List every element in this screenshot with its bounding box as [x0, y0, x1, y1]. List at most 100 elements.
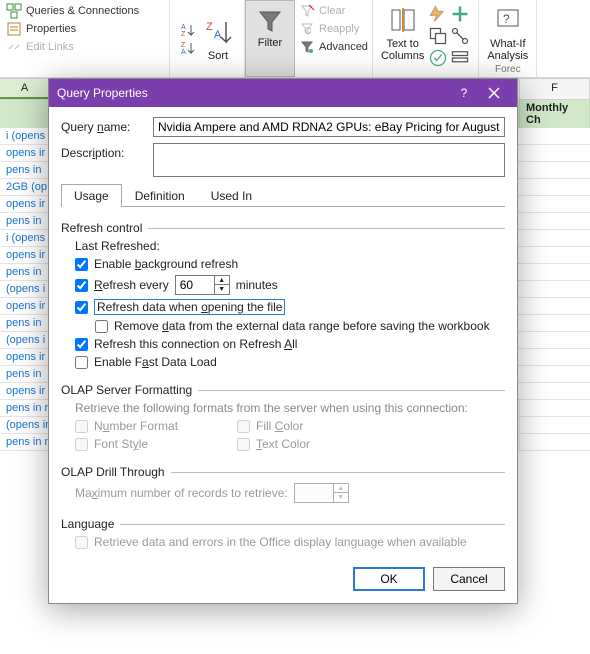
data-validation-btn[interactable] [428, 48, 448, 68]
spin-up[interactable]: ▲ [215, 276, 229, 285]
remove-ext-data-label: Remove data from the external data range… [114, 319, 490, 333]
edit-links-btn: Edit Links [6, 39, 163, 55]
text-to-columns-label: Text to Columns [381, 38, 424, 62]
lang-retrieve-label: Retrieve data and errors in the Office d… [94, 535, 467, 549]
svg-text:A: A [181, 24, 186, 31]
tab-definition[interactable]: Definition [122, 184, 198, 207]
whatif-btn[interactable]: ? What-If Analysis [487, 4, 528, 62]
flash-fill-btn[interactable] [428, 4, 448, 24]
queries-icon [6, 3, 22, 19]
ribbon-group-filter: Filter Clear Reapply Advanced [245, 0, 373, 77]
whatif-icon: ? [492, 4, 524, 36]
clear-icon [299, 3, 315, 19]
description-input[interactable] [153, 143, 505, 177]
forecast-group-label: Forec [495, 64, 521, 75]
description-label: Description: [61, 143, 153, 160]
olap-formatting-title: OLAP Server Formatting [61, 383, 192, 397]
query-name-input[interactable] [153, 117, 505, 137]
ribbon-group-whatif: ? What-If Analysis Forec [479, 0, 537, 77]
relationships-btn[interactable] [450, 26, 470, 46]
text-color-check [237, 438, 250, 451]
properties-label: Properties [26, 23, 76, 35]
text-to-columns-icon [387, 4, 419, 36]
dialog-titlebar[interactable]: Query Properties ? [49, 79, 517, 107]
advanced-icon [299, 39, 315, 55]
ok-button[interactable]: OK [353, 567, 425, 591]
text-color-label: Text Color [256, 437, 310, 451]
sort-asc-btn[interactable]: AZ [180, 22, 196, 38]
consolidate-btn[interactable] [450, 4, 470, 24]
enable-bg-refresh-check[interactable] [75, 258, 88, 271]
refresh-minutes-input[interactable] [176, 278, 214, 292]
col-a[interactable]: A [0, 79, 50, 99]
reapply-btn: Reapply [299, 21, 368, 37]
refresh-every-after: minutes [236, 278, 278, 292]
advanced-filter-btn[interactable]: Advanced [299, 39, 368, 55]
close-icon [488, 87, 500, 99]
num-format-check [75, 420, 88, 433]
tab-usage[interactable]: Usage [61, 184, 122, 207]
dialog-tabs: Usage Definition Used In [61, 183, 505, 207]
data-model-btn[interactable] [450, 48, 470, 68]
refresh-on-open-check[interactable] [75, 301, 88, 314]
language-group: Language Retrieve data and errors in the… [61, 517, 505, 549]
reapply-label: Reapply [319, 23, 359, 35]
sort-dialog-btn[interactable]: ZA Sort [202, 16, 234, 62]
remove-dupes-btn[interactable] [428, 26, 448, 46]
spin-down[interactable]: ▼ [215, 285, 229, 294]
refresh-minutes-spinner[interactable]: ▲▼ [175, 275, 230, 295]
col-f[interactable]: F [520, 79, 590, 99]
filter-btn[interactable]: Filter [245, 0, 295, 77]
enable-bg-refresh-label: Enable background refresh [94, 257, 238, 271]
svg-text:A: A [214, 29, 222, 41]
sort-desc-btn[interactable]: ZA [180, 40, 196, 56]
fast-load-label: Enable Fast Data Load [94, 355, 217, 369]
filter-label: Filter [258, 37, 282, 49]
refresh-all-check[interactable] [75, 338, 88, 351]
fast-load-check[interactable] [75, 356, 88, 369]
whatif-label: What-If Analysis [487, 38, 528, 62]
edit-links-label: Edit Links [26, 41, 74, 53]
max-records-spinner: ▲▼ [294, 483, 349, 503]
query-properties-dialog: Query Properties ? Query name: Descripti… [48, 78, 518, 604]
olap-drill-group: OLAP Drill Through Maximum number of rec… [61, 465, 505, 503]
sort-label: Sort [208, 50, 228, 62]
fill-color-check [237, 420, 250, 433]
max-records-label: Maximum number of records to retrieve: [75, 486, 288, 500]
help-btn[interactable]: ? [449, 82, 479, 104]
refresh-all-label: Refresh this connection on Refresh All [94, 337, 297, 351]
close-btn[interactable] [479, 82, 509, 104]
olap-drill-title: OLAP Drill Through [61, 465, 165, 479]
olap-formatting-group: OLAP Server Formatting Retrieve the foll… [61, 383, 505, 451]
svg-text:A: A [181, 49, 186, 56]
reapply-icon [299, 21, 315, 37]
refresh-every-before: Refresh every [94, 278, 169, 292]
num-format-label: Number Format [94, 419, 178, 433]
remove-ext-data-check[interactable] [95, 320, 108, 333]
tab-used-in[interactable]: Used In [198, 184, 265, 207]
lang-retrieve-check [75, 536, 88, 549]
funnel-icon [254, 5, 286, 37]
refresh-every-check[interactable] [75, 279, 88, 292]
properties-btn[interactable]: Properties [6, 21, 163, 37]
ribbon-group-datatools: Text to Columns [373, 0, 479, 77]
svg-text:Z: Z [181, 31, 186, 38]
data-tools-mini [428, 4, 470, 68]
last-refreshed-label: Last Refreshed: [75, 239, 505, 253]
monthly-change-header: Monthly Ch [520, 100, 590, 128]
svg-text:Z: Z [181, 42, 186, 49]
fill-color-label: Fill Color [256, 419, 303, 433]
svg-text:Z: Z [206, 21, 213, 33]
refresh-control-title: Refresh control [61, 221, 142, 235]
edit-links-icon [6, 39, 22, 55]
ribbon: Queries & Connections Properties Edit Li… [0, 0, 590, 78]
queries-connections-btn[interactable]: Queries & Connections [6, 3, 163, 19]
max-records-input [295, 486, 333, 500]
dialog-title: Query Properties [57, 86, 148, 100]
cancel-button[interactable]: Cancel [433, 567, 505, 591]
svg-text:?: ? [503, 12, 510, 26]
font-style-label: Font Style [94, 437, 148, 451]
queries-connections-label: Queries & Connections [26, 5, 139, 17]
text-to-columns-btn[interactable]: Text to Columns [381, 4, 424, 62]
sort-icon: ZA [202, 16, 234, 48]
